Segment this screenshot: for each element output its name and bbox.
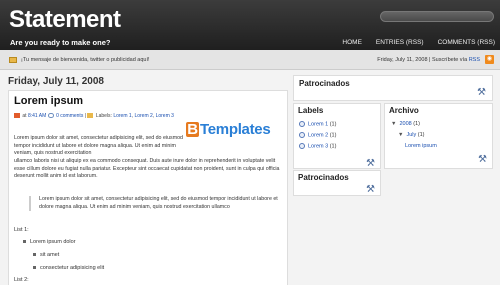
archive-post[interactable]: Lorem ipsum: [405, 143, 437, 149]
list-item-text: Lorem ipsum dolor: [30, 239, 76, 245]
blog-header: Statement Are you ready to make one? HOM…: [0, 0, 500, 50]
sponsors-widget-top: Patrocinados ⚒: [293, 75, 493, 101]
logo-letter: B: [186, 121, 199, 138]
info-bar: ¡Tu mensaje de bienvenida, twitter o pub…: [0, 50, 500, 70]
label-bullet-icon: [299, 121, 305, 127]
bullet-icon: [23, 240, 26, 244]
blog-title[interactable]: Statement: [9, 7, 121, 33]
post-date-header: Friday, July 11, 2008: [8, 76, 104, 87]
btemplates-logo: B Templates: [186, 121, 271, 138]
info-date-subscribe: Friday, July 11, 2008 | Suscríbete vía R…: [377, 57, 480, 63]
list-item-text: sit amet: [40, 252, 60, 258]
nav-entries-rss[interactable]: ENTRIES (RSS): [376, 39, 424, 46]
list-item: Lorem ipsum dolor: [23, 239, 76, 245]
widget-title: Patrocinados: [299, 79, 350, 88]
comments-link[interactable]: 0 comments: [56, 113, 83, 119]
label-count: (1): [329, 143, 337, 150]
post-paragraph-2: ullamco laboris nisi ut aliquip ex ea co…: [14, 158, 280, 180]
label-link-2[interactable]: Lorem 2: [134, 113, 152, 119]
post-paragraph-1: Lorem ipsum dolor sit amet, consectetur …: [14, 135, 183, 157]
rss-feed-icon[interactable]: ◉: [485, 55, 494, 64]
post-meta: at 8:41 AM 0 comments | Labels: Lorem 1,…: [14, 113, 174, 119]
top-navigation: HOME ENTRIES (RSS) COMMENTS (RSS): [328, 39, 495, 46]
labels-prefix: Labels:: [95, 113, 112, 119]
blog-description: Are you ready to make one?: [10, 38, 111, 47]
bullet-icon: [33, 266, 36, 270]
label-item-lorem-2[interactable]: Lorem 2 (1): [299, 132, 336, 138]
sponsors-widget-bottom: Patrocinados ⚒: [293, 170, 381, 196]
label-name[interactable]: Lorem 3: [308, 143, 328, 149]
list-2-label: List 2:: [14, 277, 29, 283]
wrench-screwdriver-icon[interactable]: ⚒: [366, 159, 376, 169]
post-time-link[interactable]: 8:41 AM: [28, 113, 46, 119]
labels-widget: Labels Lorem 1 (1) Lorem 2 (1) Lorem 3 (…: [293, 103, 381, 169]
envelope-icon: [9, 57, 17, 63]
logo-text: Templates: [200, 121, 271, 138]
archive-month-link[interactable]: July: [406, 132, 416, 138]
meta-separator: |: [84, 113, 87, 119]
subscribe-rss-link[interactable]: RSS: [469, 57, 480, 63]
author-icon: [14, 113, 20, 119]
label-count: (1): [329, 121, 337, 128]
comment-icon: [47, 113, 54, 119]
post-title[interactable]: Lorem ipsum: [14, 95, 83, 107]
label-item-lorem-3[interactable]: Lorem 3 (1): [299, 143, 336, 149]
widget-title: Archivo: [389, 106, 419, 115]
archive-month-count: (1): [417, 132, 425, 138]
label-link-1[interactable]: Lorem 1: [113, 113, 131, 119]
bullet-icon: [33, 253, 36, 257]
label-name[interactable]: Lorem 2: [308, 132, 328, 138]
expand-triangle-icon[interactable]: ▼: [398, 132, 403, 138]
archive-month[interactable]: ▼ July (1): [398, 132, 425, 138]
welcome-message: ¡Tu mensaje de bienvenida, twitter o pub…: [21, 57, 150, 63]
archive-year-link[interactable]: 2008: [399, 121, 411, 127]
label-link-3[interactable]: Lorem 3: [156, 113, 174, 119]
archive-post-link[interactable]: Lorem ipsum: [405, 143, 437, 149]
wrench-screwdriver-icon[interactable]: ⚒: [478, 155, 488, 165]
expand-triangle-icon[interactable]: ▼: [391, 121, 396, 127]
list-item: sit amet: [33, 252, 59, 258]
list-item: consectetur adipisicing elit: [33, 265, 104, 271]
widget-title: Labels: [298, 106, 324, 115]
widget-title: Patrocinados: [298, 173, 349, 182]
label-name[interactable]: Lorem 1: [308, 121, 328, 127]
label-count: (1): [329, 132, 337, 139]
post-blockquote: Lorem ipsum dolor sit amet, consectetur …: [29, 196, 284, 212]
list-item-text: consectetur adipisicing elit: [40, 265, 105, 271]
label-bullet-icon: [299, 132, 305, 138]
archive-year[interactable]: ▼ 2008 (1): [391, 121, 420, 127]
search-input[interactable]: [380, 11, 494, 22]
info-date: Friday, July 11, 2008 | Suscríbete vía: [377, 57, 468, 63]
nav-home[interactable]: HOME: [342, 39, 362, 46]
label-icon: [87, 113, 94, 119]
label-item-lorem-1[interactable]: Lorem 1 (1): [299, 121, 336, 127]
list-1-label: List 1:: [14, 227, 29, 233]
blog-post: Lorem ipsum at 8:41 AM 0 comments | Labe…: [8, 90, 288, 285]
archive-year-count: (1): [413, 121, 420, 127]
nav-comments-rss[interactable]: COMMENTS (RSS): [438, 39, 495, 46]
wrench-screwdriver-icon[interactable]: ⚒: [366, 185, 376, 195]
label-bullet-icon: [299, 143, 305, 149]
meta-at: at: [22, 113, 27, 119]
archive-widget: Archivo ▼ 2008 (1) ▼ July (1) Lorem ipsum …: [384, 103, 493, 169]
wrench-screwdriver-icon[interactable]: ⚒: [477, 88, 487, 98]
